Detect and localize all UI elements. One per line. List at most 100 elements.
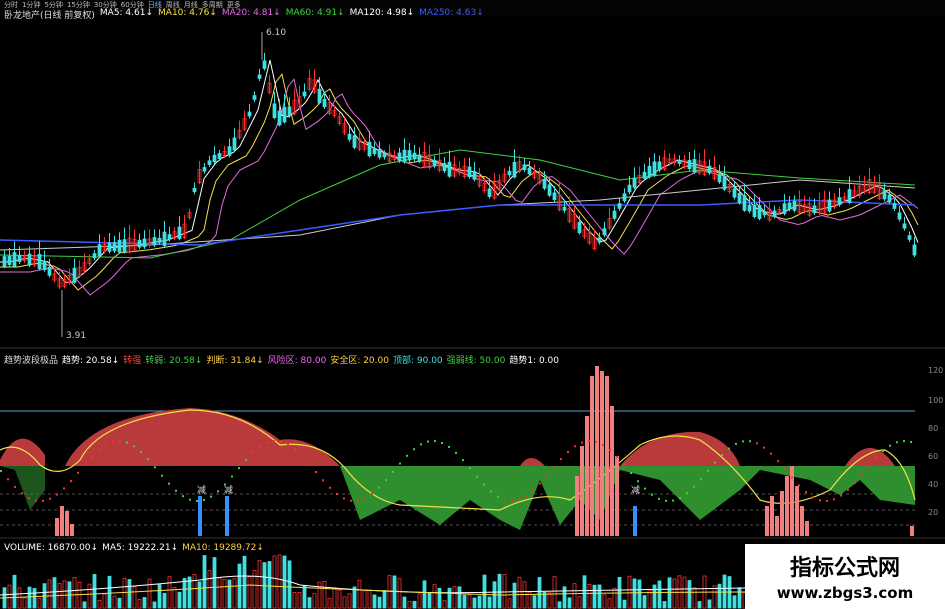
signal-dot [105, 443, 107, 446]
volume-bar [477, 595, 482, 609]
signal-dot [553, 466, 555, 469]
signal-dot [147, 458, 149, 461]
indicator-bar [610, 406, 614, 536]
signal-dot [455, 451, 457, 454]
volume-bar [32, 588, 37, 609]
indicator-bar [615, 456, 619, 536]
signal-dot [910, 441, 912, 444]
price-candle [707, 165, 712, 174]
signal-dot [511, 499, 513, 502]
ind-judge: 判断: 31.84↓ [206, 356, 264, 366]
ind-trend1: 趋势1: 0.00 [509, 356, 559, 366]
signal-dot [21, 492, 23, 495]
signal-dot [770, 452, 772, 455]
volume-bar [632, 578, 637, 609]
signal-dot [385, 479, 387, 482]
price-candle [912, 244, 917, 256]
volume-bar [582, 575, 587, 609]
indicator-info-line: 趋势波段极品 趋势: 20.58↓ 转强 转弱: 20.58↓ 判断: 31.8… [4, 353, 559, 366]
signal-dot [581, 441, 583, 444]
signal-dot [665, 499, 667, 502]
indicator-bar [910, 526, 914, 536]
signal-dot [448, 445, 450, 448]
volume-bar [47, 579, 52, 609]
price-candle [762, 211, 767, 216]
volume-bar [342, 596, 347, 609]
signal-dot [714, 461, 716, 464]
signal-dot [777, 460, 779, 463]
scale-20: 20 [928, 508, 939, 517]
volume-bar [267, 561, 272, 609]
price-candle [627, 184, 632, 193]
price-candle [367, 141, 372, 157]
price-candle [812, 205, 817, 214]
volume-bar [602, 594, 607, 609]
price-candle [782, 203, 787, 214]
reduce-bar [633, 506, 637, 536]
watermark: 指标公式网 www.zbgs3.com [745, 544, 945, 609]
volume-bar [297, 592, 302, 609]
price-candle [42, 260, 47, 271]
price-candle [652, 161, 657, 176]
price-candle [417, 154, 422, 162]
price-candle [162, 231, 167, 246]
signal-dot [784, 468, 786, 471]
volume-bar [662, 601, 667, 609]
volume-bar [147, 578, 152, 609]
price-candle [232, 137, 237, 151]
price-candle [622, 193, 627, 202]
price-candle [507, 170, 512, 176]
signal-dot [420, 443, 422, 446]
signal-dot [98, 448, 100, 451]
volume-bar [412, 600, 417, 609]
signal-dot [287, 443, 289, 446]
signal-dot [833, 498, 835, 501]
volume-bar [722, 574, 727, 609]
signal-dot [238, 467, 240, 470]
volume-bar [377, 596, 382, 609]
signal-dot [378, 486, 380, 489]
volume-bar [547, 592, 552, 609]
price-candle [157, 237, 162, 243]
signal-dot [14, 485, 16, 488]
signal-dot [546, 474, 548, 477]
indicator-bar [70, 524, 74, 536]
volume-bar [672, 578, 677, 609]
volume-bar [712, 585, 717, 609]
volume-bar [322, 580, 327, 609]
volume-bar [637, 579, 642, 609]
volume-bar [532, 595, 537, 609]
price-candle [227, 146, 232, 156]
signal-dot [721, 453, 723, 456]
price-candle [687, 159, 692, 170]
volume-bar [167, 576, 172, 609]
signal-dot [889, 444, 891, 447]
indicator-bar [765, 506, 769, 536]
signal-dot [182, 495, 184, 498]
signal-dot [0, 470, 2, 472]
signal-dot [616, 455, 618, 458]
signal-dot [231, 475, 233, 478]
volume-bar [557, 601, 562, 609]
signal-dot [532, 489, 534, 492]
price-candle [97, 244, 102, 257]
signal-dot [819, 499, 821, 502]
volume-info-line: VOLUME: 16870.00↓ MA5: 19222.21↓ MA10: 1… [4, 543, 264, 553]
volume-bar [517, 576, 522, 609]
signal-dot [203, 498, 205, 501]
volume-bar [372, 594, 377, 609]
volume-ma10: MA10: 19289.72↓ [182, 543, 264, 553]
volume-bar [357, 579, 362, 609]
volume-bar [667, 577, 672, 609]
signal-dot [840, 494, 842, 497]
signal-dot [588, 440, 590, 443]
signal-dot [763, 446, 765, 449]
volume-bar [512, 582, 517, 609]
volume-bar [212, 557, 217, 609]
signal-dot [539, 482, 541, 485]
scale-120: 120 [928, 366, 944, 375]
price-candle [117, 239, 122, 253]
signal-dot [168, 482, 170, 485]
signal-dot [679, 496, 681, 499]
signal-dot [630, 472, 632, 475]
